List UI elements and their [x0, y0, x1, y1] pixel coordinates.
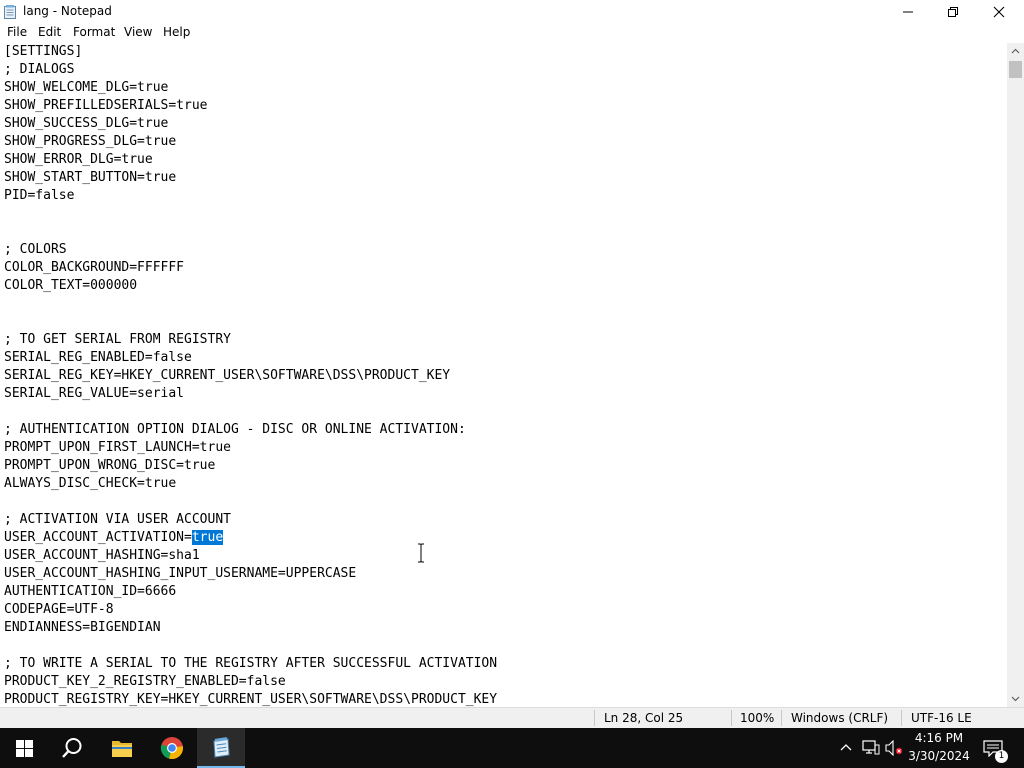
text-line[interactable]: SHOW_START_BUTTON=true [4, 169, 497, 187]
text-line[interactable] [4, 223, 497, 241]
text-line[interactable]: SERIAL_REG_KEY=HKEY_CURRENT_USER\SOFTWAR… [4, 367, 497, 385]
action-center-button[interactable] [973, 728, 1019, 768]
text-line[interactable]: COLOR_TEXT=000000 [4, 277, 497, 295]
window-title: lang - Notepad [23, 4, 112, 18]
search-icon [62, 738, 82, 758]
chrome-icon [160, 737, 183, 760]
text-line[interactable] [4, 295, 497, 313]
search-button[interactable] [48, 728, 96, 768]
text-line[interactable]: SERIAL_REG_VALUE=serial [4, 385, 497, 403]
text-line[interactable]: ; COLORS [4, 241, 497, 259]
clock-time[interactable]: 4:16 PM [906, 731, 972, 745]
menu-help[interactable]: Help [163, 25, 190, 39]
text-line[interactable]: PRODUCT_KEY_2_REGISTRY_ENABLED=false [4, 673, 497, 691]
maximize-button[interactable] [930, 0, 976, 24]
line-text: USER_ACCOUNT_ACTIVATION= [4, 530, 192, 545]
file-explorer-button[interactable] [98, 728, 146, 768]
close-button[interactable] [976, 0, 1022, 24]
chevron-up-icon[interactable] [840, 742, 852, 752]
notification-count-badge: 1 [995, 750, 1008, 763]
text-line[interactable]: ; AUTHENTICATION OPTION DIALOG - DISC OR… [4, 421, 497, 439]
start-button[interactable] [0, 728, 48, 768]
taskbar [0, 728, 1024, 768]
status-separator [781, 710, 782, 726]
scrollbar-thumb[interactable] [1009, 61, 1022, 78]
clock-date[interactable]: 3/30/2024 [906, 749, 972, 763]
text-line[interactable]: SHOW_PREFILLEDSERIALS=true [4, 97, 497, 115]
text-line[interactable]: [SETTINGS] [4, 43, 497, 61]
vertical-scrollbar[interactable] [1007, 43, 1024, 707]
chrome-button[interactable] [148, 728, 196, 768]
status-bar: Ln 28, Col 25 100% Windows (CRLF) UTF-16… [0, 707, 1024, 728]
title-bar[interactable]: lang - Notepad [0, 0, 1024, 24]
selected-text[interactable]: true [191, 530, 224, 545]
menu-bar: File Edit Format View Help [0, 24, 1024, 43]
text-line[interactable]: COLOR_BACKGROUND=FFFFFF [4, 259, 497, 277]
status-separator [594, 710, 595, 726]
text-line[interactable]: USER_ACCOUNT_HASHING_INPUT_USERNAME=UPPE… [4, 565, 497, 583]
text-line[interactable]: ; TO WRITE A SERIAL TO THE REGISTRY AFTE… [4, 655, 497, 673]
text-line[interactable]: PRODUCT_REGISTRY_KEY=HKEY_CURRENT_USER\S… [4, 691, 497, 707]
close-icon [993, 6, 1005, 18]
menu-edit[interactable]: Edit [38, 25, 61, 39]
text-line[interactable]: PROMPT_UPON_WRONG_DISC=true [4, 457, 497, 475]
minimize-button[interactable] [885, 0, 931, 24]
text-line[interactable]: PID=false [4, 187, 497, 205]
text-line[interactable] [4, 637, 497, 655]
text-line[interactable]: ; DIALOGS [4, 61, 497, 79]
network-icon[interactable] [862, 740, 880, 756]
text-line[interactable] [4, 403, 497, 421]
start-icon [16, 740, 33, 757]
file-explorer-icon [112, 741, 132, 757]
text-line[interactable]: PROMPT_UPON_FIRST_LAUNCH=true [4, 439, 497, 457]
text-line[interactable]: SHOW_ERROR_DLG=true [4, 151, 497, 169]
minimize-icon [903, 11, 913, 13]
status-zoom: 100% [740, 711, 775, 725]
text-cursor-icon [418, 543, 424, 563]
text-line[interactable]: SHOW_WELCOME_DLG=true [4, 79, 497, 97]
text-line[interactable]: ; TO GET SERIAL FROM REGISTRY [4, 331, 497, 349]
status-separator [901, 710, 902, 726]
scroll-down-icon[interactable] [1007, 690, 1024, 707]
notepad-taskbar-button[interactable] [197, 728, 245, 768]
text-line[interactable] [4, 493, 497, 511]
text-line[interactable] [4, 205, 497, 223]
text-line[interactable] [4, 313, 497, 331]
menu-view[interactable]: View [124, 25, 152, 39]
notepad-icon [4, 5, 16, 19]
notepad-icon [213, 737, 230, 758]
menu-format[interactable]: Format [73, 25, 115, 39]
status-position: Ln 28, Col 25 [604, 711, 684, 725]
text-line[interactable]: SERIAL_REG_ENABLED=false [4, 349, 497, 367]
text-editor[interactable]: [SETTINGS]; DIALOGS SHOW_WELCOME_DLG=true… [0, 43, 1007, 707]
volume-muted-icon[interactable] [885, 740, 903, 756]
text-line[interactable]: SHOW_SUCCESS_DLG=true [4, 115, 497, 133]
text-line[interactable]: ALWAYS_DISC_CHECK=true [4, 475, 497, 493]
text-line[interactable]: ; ACTIVATION VIA USER ACCOUNT [4, 511, 497, 529]
status-separator [731, 710, 732, 726]
text-line[interactable]: CODEPAGE=UTF-8 [4, 601, 497, 619]
text-line[interactable]: SHOW_PROGRESS_DLG=true [4, 133, 497, 151]
scroll-up-icon[interactable] [1007, 43, 1024, 60]
status-line-endings: Windows (CRLF) [791, 711, 889, 725]
status-encoding: UTF-16 LE [911, 711, 972, 725]
menu-file[interactable]: File [7, 25, 27, 39]
restore-icon [948, 7, 958, 17]
text-line[interactable]: ENDIANNESS=BIGENDIAN [4, 619, 497, 637]
text-line[interactable]: AUTHENTICATION_ID=6666 [4, 583, 497, 601]
editor-content[interactable]: [SETTINGS]; DIALOGS SHOW_WELCOME_DLG=true… [4, 43, 497, 707]
